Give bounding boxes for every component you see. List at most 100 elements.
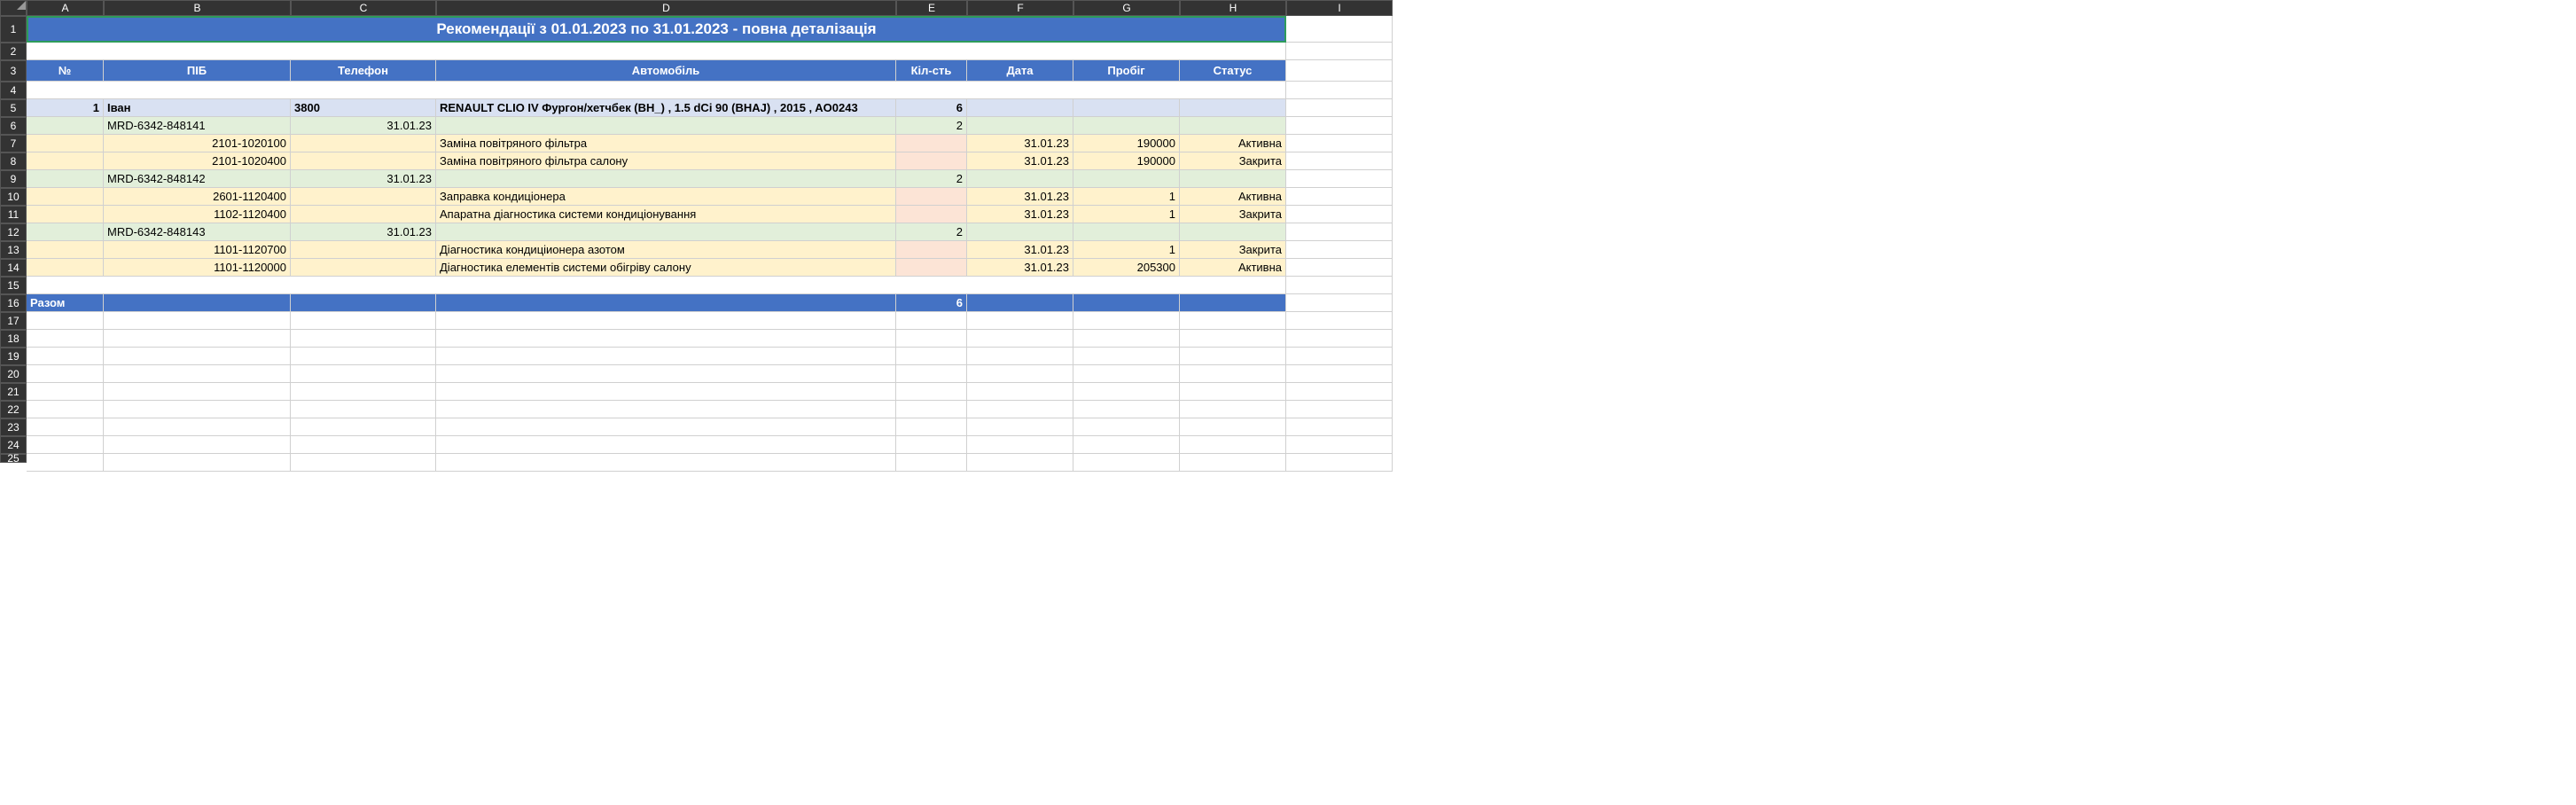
col-header-C[interactable]: C: [291, 0, 436, 16]
cell-B23[interactable]: [104, 418, 291, 436]
i1-desc[interactable]: Заміна повітряного фільтра: [436, 135, 896, 152]
cell-C8[interactable]: [291, 152, 436, 170]
group-qty[interactable]: 6: [896, 99, 967, 117]
col-header-D[interactable]: D: [436, 0, 896, 16]
row-header-17[interactable]: 17: [0, 312, 27, 330]
col-header-I[interactable]: I: [1286, 0, 1393, 16]
group-num[interactable]: 1: [27, 99, 104, 117]
cell-C10[interactable]: [291, 188, 436, 206]
i6-run[interactable]: 205300: [1073, 259, 1180, 277]
i2-desc[interactable]: Заміна повітряного фільтра салону: [436, 152, 896, 170]
cell-G17[interactable]: [1073, 312, 1180, 330]
i5-code[interactable]: 1101-1120700: [104, 241, 291, 259]
cell-G24[interactable]: [1073, 436, 1180, 454]
cell-F12[interactable]: [967, 223, 1073, 241]
cell-H25[interactable]: [1180, 454, 1286, 472]
cell-D17[interactable]: [436, 312, 896, 330]
sub3-qty[interactable]: 2: [896, 223, 967, 241]
cell-G5[interactable]: [1073, 99, 1180, 117]
header-status[interactable]: Статус: [1180, 60, 1286, 82]
cell-D24[interactable]: [436, 436, 896, 454]
cell-B20[interactable]: [104, 365, 291, 383]
cell-F22[interactable]: [967, 401, 1073, 418]
sub3-doc[interactable]: MRD-6342-848143: [104, 223, 291, 241]
cell-C22[interactable]: [291, 401, 436, 418]
cell-E20[interactable]: [896, 365, 967, 383]
group-car[interactable]: RENAULT CLIO IV Фургон/хетчбек (BH_) , 1…: [436, 99, 896, 117]
header-name[interactable]: ПІБ: [104, 60, 291, 82]
cell-G25[interactable]: [1073, 454, 1180, 472]
row-header-14[interactable]: 14: [0, 259, 27, 277]
row-header-5[interactable]: 5: [0, 99, 27, 117]
sub2-qty[interactable]: 2: [896, 170, 967, 188]
col-header-A[interactable]: A: [27, 0, 104, 16]
cell-A7[interactable]: [27, 135, 104, 152]
cell-I16[interactable]: [1286, 294, 1393, 312]
cell-B24[interactable]: [104, 436, 291, 454]
i5-run[interactable]: 1: [1073, 241, 1180, 259]
cell-D22[interactable]: [436, 401, 896, 418]
cell-C21[interactable]: [291, 383, 436, 401]
row-header-24[interactable]: 24: [0, 436, 27, 454]
sub1-date[interactable]: 31.01.23: [291, 117, 436, 135]
i4-desc[interactable]: Апаратна діагностика системи кондиціонув…: [436, 206, 896, 223]
cell-G9[interactable]: [1073, 170, 1180, 188]
cell-A10[interactable]: [27, 188, 104, 206]
cell-B17[interactable]: [104, 312, 291, 330]
cell-H23[interactable]: [1180, 418, 1286, 436]
cell-G23[interactable]: [1073, 418, 1180, 436]
cell-row2[interactable]: [27, 43, 1286, 60]
sub2-date[interactable]: 31.01.23: [291, 170, 436, 188]
i6-date[interactable]: 31.01.23: [967, 259, 1073, 277]
row-header-4[interactable]: 4: [0, 82, 27, 99]
row-header-18[interactable]: 18: [0, 330, 27, 348]
i4-status[interactable]: Закрита: [1180, 206, 1286, 223]
cell-A18[interactable]: [27, 330, 104, 348]
cell-H5[interactable]: [1180, 99, 1286, 117]
cell-C16[interactable]: [291, 294, 436, 312]
cell-A22[interactable]: [27, 401, 104, 418]
sub1-qty[interactable]: 2: [896, 117, 967, 135]
cell-E23[interactable]: [896, 418, 967, 436]
cell-C18[interactable]: [291, 330, 436, 348]
cell-F25[interactable]: [967, 454, 1073, 472]
cell-E10[interactable]: [896, 188, 967, 206]
cell-E11[interactable]: [896, 206, 967, 223]
row-header-2[interactable]: 2: [0, 43, 27, 60]
cell-A21[interactable]: [27, 383, 104, 401]
cell-I22[interactable]: [1286, 401, 1393, 418]
cell-G19[interactable]: [1073, 348, 1180, 365]
header-run[interactable]: Пробіг: [1073, 60, 1180, 82]
cell-C11[interactable]: [291, 206, 436, 223]
cell-A20[interactable]: [27, 365, 104, 383]
group-name[interactable]: Іван: [104, 99, 291, 117]
header-date[interactable]: Дата: [967, 60, 1073, 82]
cell-B21[interactable]: [104, 383, 291, 401]
row-header-19[interactable]: 19: [0, 348, 27, 365]
cell-H6[interactable]: [1180, 117, 1286, 135]
cell-D9[interactable]: [436, 170, 896, 188]
row-header-25[interactable]: 25: [0, 454, 27, 463]
cell-I15[interactable]: [1286, 277, 1393, 294]
cell-I18[interactable]: [1286, 330, 1393, 348]
col-header-F[interactable]: F: [967, 0, 1073, 16]
cell-H20[interactable]: [1180, 365, 1286, 383]
i3-code[interactable]: 2601-1120400: [104, 188, 291, 206]
cell-B16[interactable]: [104, 294, 291, 312]
i4-date[interactable]: 31.01.23: [967, 206, 1073, 223]
row-header-23[interactable]: 23: [0, 418, 27, 436]
cell-D12[interactable]: [436, 223, 896, 241]
report-title[interactable]: Рекомендації з 01.01.2023 по 31.01.2023 …: [27, 16, 1286, 43]
row-header-12[interactable]: 12: [0, 223, 27, 241]
cell-I24[interactable]: [1286, 436, 1393, 454]
cell-F17[interactable]: [967, 312, 1073, 330]
cell-F5[interactable]: [967, 99, 1073, 117]
cell-A24[interactable]: [27, 436, 104, 454]
i5-desc[interactable]: Діагностика кондиціионера азотом: [436, 241, 896, 259]
i3-date[interactable]: 31.01.23: [967, 188, 1073, 206]
cell-E25[interactable]: [896, 454, 967, 472]
cell-C17[interactable]: [291, 312, 436, 330]
cell-E22[interactable]: [896, 401, 967, 418]
cell-E24[interactable]: [896, 436, 967, 454]
cell-F16[interactable]: [967, 294, 1073, 312]
